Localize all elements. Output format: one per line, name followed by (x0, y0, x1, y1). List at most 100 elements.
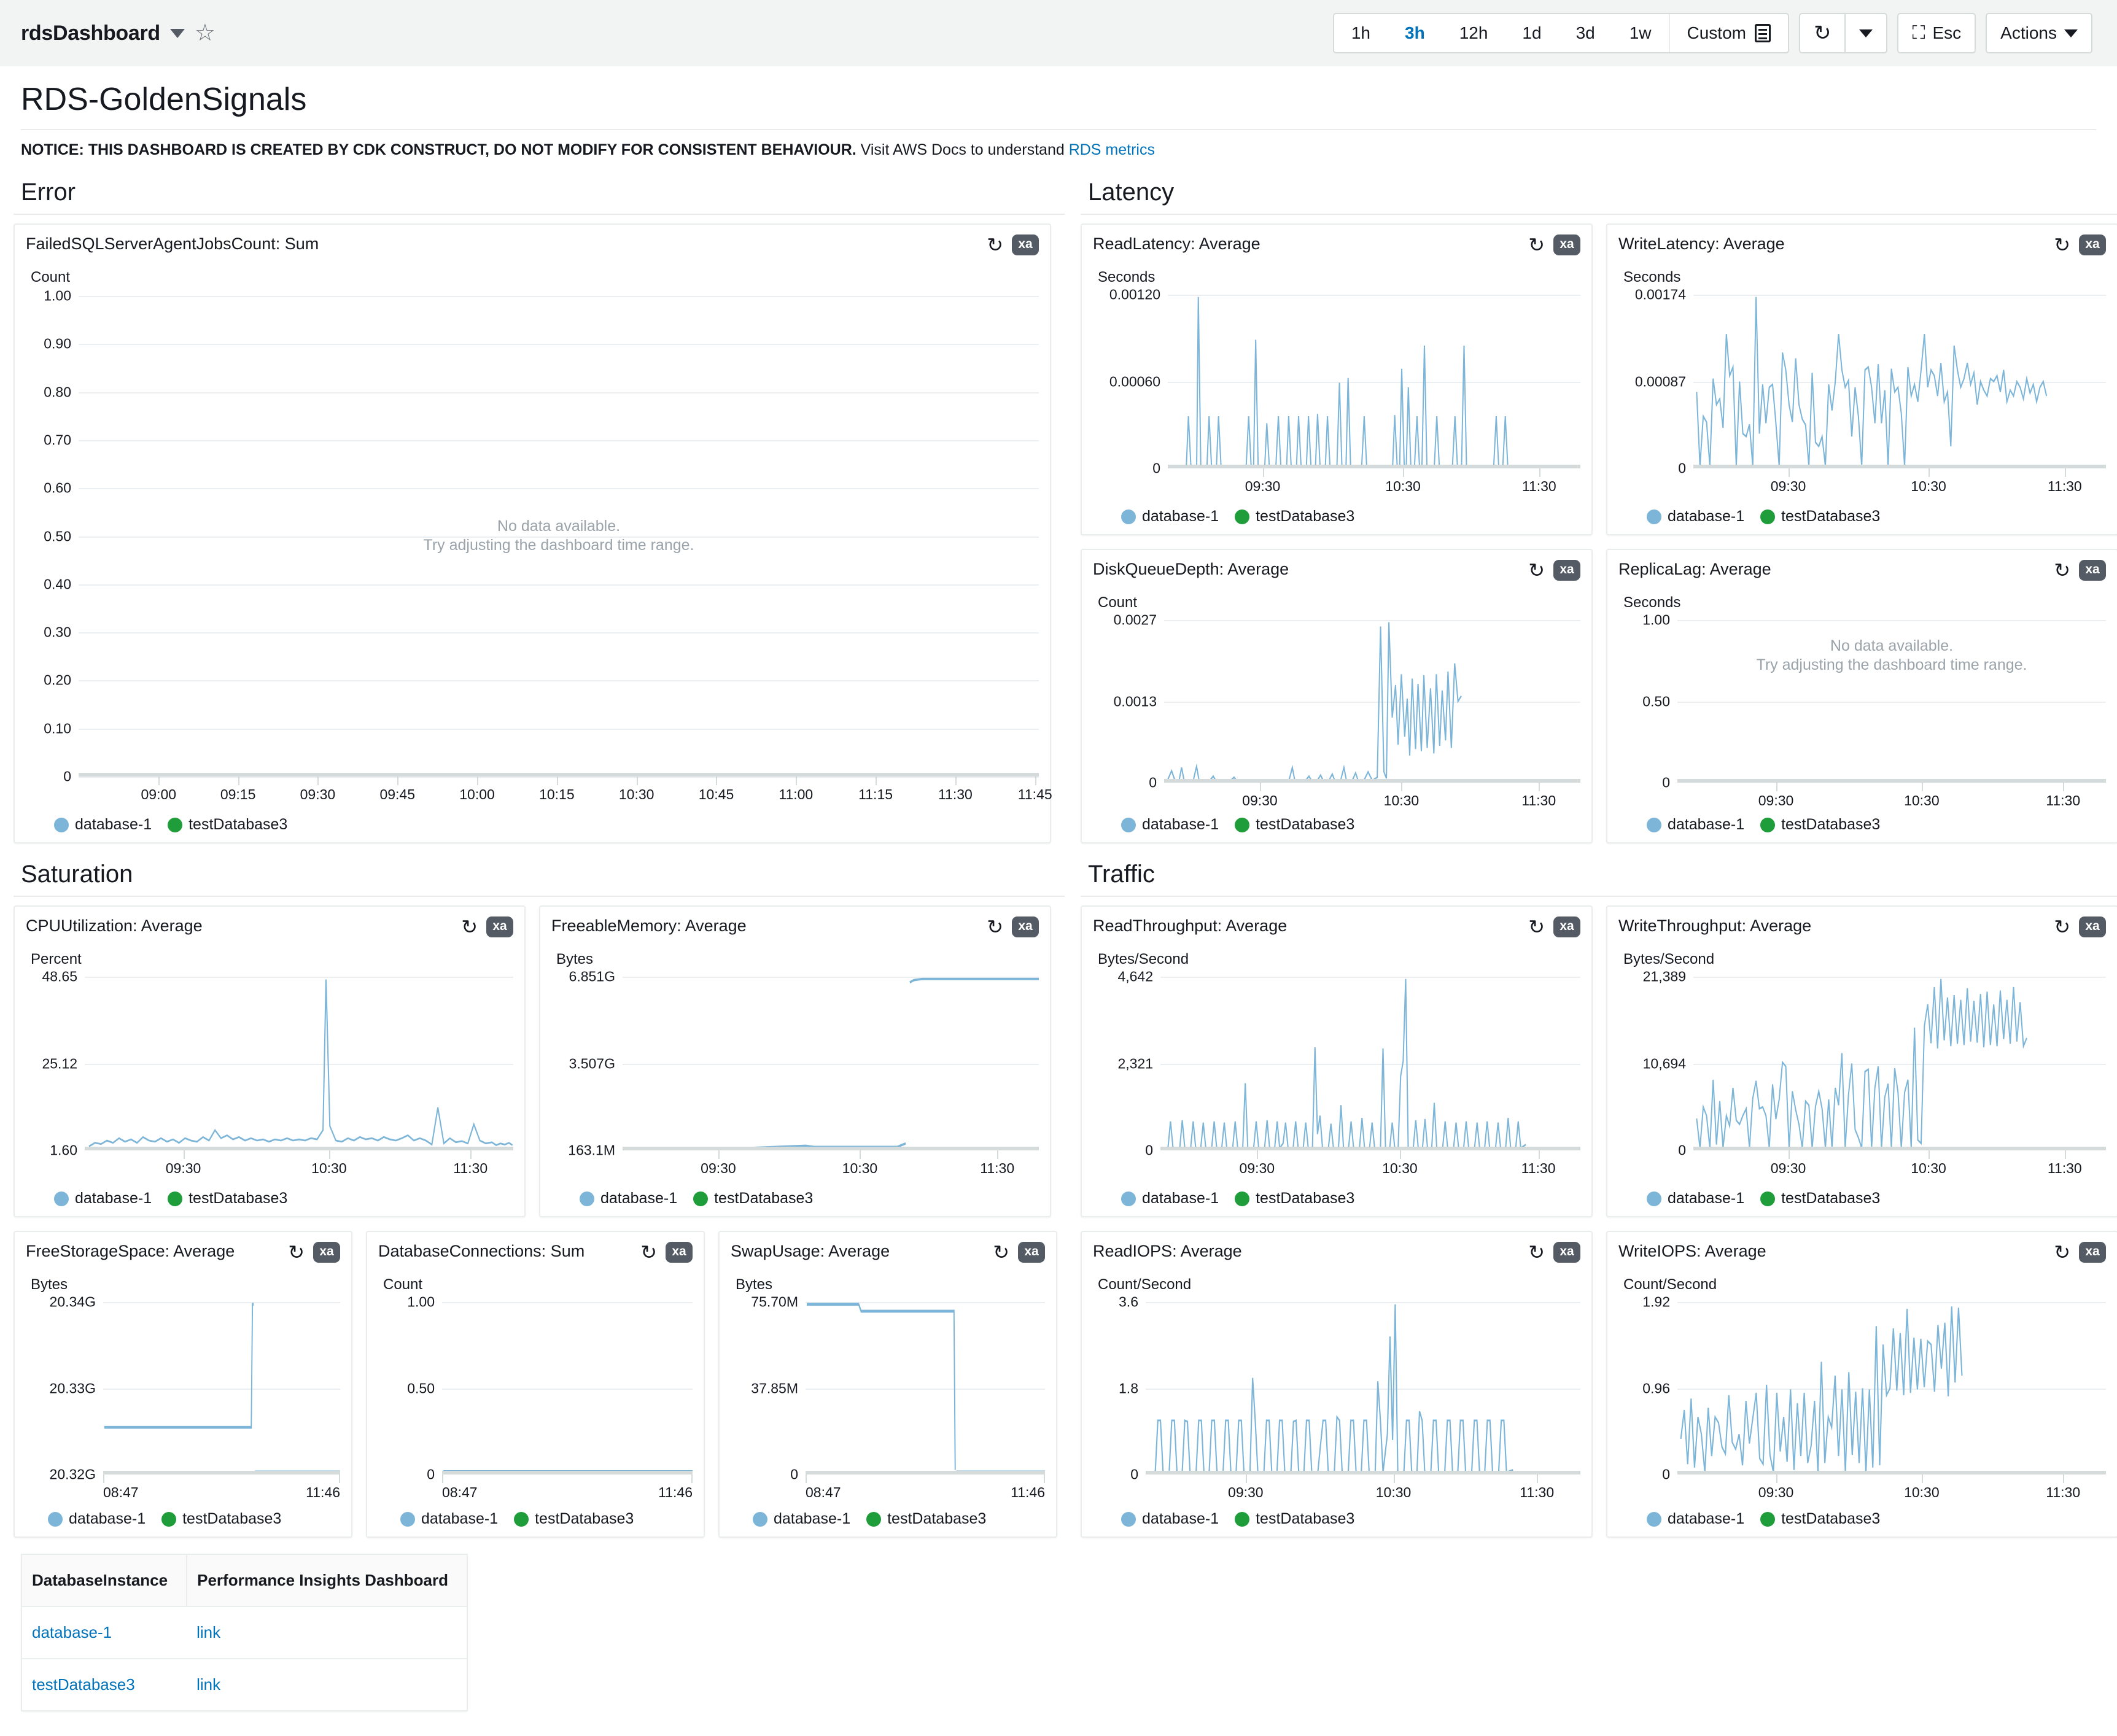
legend-item-testdatabase3[interactable]: testDatabase3 (1235, 816, 1354, 834)
xa-icon[interactable]: xa (1012, 916, 1039, 937)
xa-icon[interactable]: xa (2079, 1242, 2106, 1263)
refresh-icon[interactable]: ↻ (2054, 560, 2070, 580)
refresh-icon[interactable]: ↻ (1528, 235, 1545, 255)
legend-item-testdatabase3[interactable]: testDatabase3 (161, 1510, 281, 1528)
refresh-icon[interactable]: ↻ (461, 917, 478, 937)
widget-read-iops: ReadIOPS: Average ↻ xa Count/Second 3.6 … (1081, 1231, 1593, 1538)
legend-item-database-1[interactable]: database-1 (54, 1190, 152, 1207)
refresh-icon[interactable]: ↻ (2054, 917, 2070, 937)
legend-item-testdatabase3[interactable]: testDatabase3 (168, 816, 287, 834)
y-tick: 20.34G (50, 1294, 103, 1311)
widget-title: WriteLatency: Average (1618, 234, 1785, 254)
time-range-custom[interactable]: Custom (1670, 14, 1788, 52)
xa-icon[interactable]: xa (486, 916, 513, 937)
legend-swatch (1235, 818, 1249, 832)
time-range-1h[interactable]: 1h (1334, 14, 1388, 52)
legend-item-database-1[interactable]: database-1 (580, 1190, 677, 1207)
actions-button[interactable]: Actions (1986, 13, 2092, 53)
legend-item-database-1[interactable]: database-1 (48, 1510, 146, 1528)
legend-item-testdatabase3[interactable]: testDatabase3 (168, 1190, 287, 1207)
rds-metrics-link[interactable]: RDS metrics (1069, 141, 1155, 158)
legend: database-1 testDatabase3 (551, 1190, 1039, 1207)
column-header-performance-insights: Performance Insights Dashboard (187, 1554, 467, 1606)
legend-item-database-1[interactable]: database-1 (1121, 1510, 1219, 1528)
legend-item-testdatabase3[interactable]: testDatabase3 (1760, 816, 1880, 834)
refresh-icon[interactable]: ↻ (2054, 235, 2070, 255)
xa-icon[interactable]: xa (666, 1242, 693, 1263)
chevron-down-icon[interactable] (170, 29, 185, 38)
legend-item-testdatabase3[interactable]: testDatabase3 (1235, 508, 1354, 525)
refresh-icon[interactable]: ↻ (987, 917, 1003, 937)
legend-item-database-1[interactable]: database-1 (400, 1510, 498, 1528)
legend-item-testdatabase3[interactable]: testDatabase3 (1235, 1190, 1354, 1207)
legend-item-testdatabase3[interactable]: testDatabase3 (1760, 1190, 1880, 1207)
widget-title: DatabaseConnections: Sum (378, 1242, 585, 1261)
legend-swatch (168, 1192, 182, 1206)
refresh-icon[interactable]: ↻ (1528, 1242, 1545, 1262)
y-axis-unit: Bytes (31, 1276, 340, 1293)
xa-icon[interactable]: xa (2079, 916, 2106, 937)
legend-label: testDatabase3 (1781, 1190, 1880, 1207)
time-range-selector[interactable]: 1h 3h 12h 1d 3d 1w Custom (1333, 13, 1789, 53)
legend-item-database-1[interactable]: database-1 (54, 816, 152, 834)
star-outline-icon[interactable]: ☆ (195, 21, 216, 45)
plot-area: 75.70M 37.85M 0 08:47 11:46 (806, 1302, 1045, 1474)
legend-item-database-1[interactable]: database-1 (1647, 816, 1744, 834)
xa-icon[interactable]: xa (1012, 234, 1039, 255)
legend-item-database-1[interactable]: database-1 (1647, 1190, 1744, 1207)
page-title: RDS-GoldenSignals (21, 81, 2096, 118)
time-range-3d[interactable]: 3d (1559, 14, 1612, 52)
legend-swatch (1760, 1512, 1775, 1527)
refresh-icon[interactable]: ↻ (993, 1242, 1009, 1262)
xa-icon[interactable]: xa (1553, 560, 1580, 581)
legend-item-database-1[interactable]: database-1 (1121, 816, 1219, 834)
time-range-3h[interactable]: 3h (1388, 14, 1442, 52)
x-tick: 11:46 (658, 1474, 693, 1501)
time-range-1d[interactable]: 1d (1505, 14, 1558, 52)
performance-insights-link[interactable]: link (196, 1675, 220, 1694)
legend-item-database-1[interactable]: database-1 (1121, 1190, 1219, 1207)
legend-item-testdatabase3[interactable]: testDatabase3 (1760, 1510, 1880, 1528)
legend: database-1 testDatabase3 (26, 1190, 513, 1207)
legend-item-testdatabase3[interactable]: testDatabase3 (514, 1510, 634, 1528)
refresh-button[interactable]: ↻ (1799, 13, 1845, 53)
time-range-12h[interactable]: 12h (1442, 14, 1505, 52)
legend-label: testDatabase3 (188, 816, 287, 834)
legend-item-testdatabase3[interactable]: testDatabase3 (866, 1510, 986, 1528)
legend-label: testDatabase3 (1781, 1510, 1880, 1528)
time-range-1w[interactable]: 1w (1612, 14, 1669, 52)
widget-actions: ↻ xa (1528, 916, 1580, 937)
refresh-icon[interactable]: ↻ (640, 1242, 657, 1262)
refresh-icon[interactable]: ↻ (288, 1242, 305, 1262)
legend-label: testDatabase3 (1256, 816, 1354, 834)
traffic-row-1: ReadThroughput: Average ↻ xa Bytes/Secon… (1081, 905, 2117, 1217)
legend-item-testdatabase3[interactable]: testDatabase3 (1760, 508, 1880, 525)
refresh-icon[interactable]: ↻ (987, 235, 1003, 255)
xa-icon[interactable]: xa (1553, 916, 1580, 937)
instance-link[interactable]: testDatabase3 (32, 1675, 135, 1694)
legend-item-testdatabase3[interactable]: testDatabase3 (693, 1190, 813, 1207)
refresh-options-button[interactable] (1844, 13, 1887, 53)
y-axis-unit: Count/Second (1623, 1276, 2106, 1293)
xa-icon[interactable]: xa (1553, 1242, 1580, 1263)
legend-item-database-1[interactable]: database-1 (1647, 1510, 1744, 1528)
refresh-icon[interactable]: ↻ (2054, 1242, 2070, 1262)
fullscreen-button[interactable]: ⛶ Esc (1897, 13, 1976, 53)
legend-item-testdatabase3[interactable]: testDatabase3 (1235, 1510, 1354, 1528)
y-tick: 1.92 (1642, 1294, 1677, 1311)
y-tick: 0.30 (44, 624, 79, 641)
xa-icon[interactable]: xa (1018, 1242, 1045, 1263)
xa-icon[interactable]: xa (313, 1242, 340, 1263)
refresh-icon[interactable]: ↻ (1528, 917, 1545, 937)
xa-icon[interactable]: xa (2079, 560, 2106, 581)
refresh-icon[interactable]: ↻ (1528, 560, 1545, 580)
instance-link[interactable]: database-1 (32, 1623, 112, 1641)
legend-item-database-1[interactable]: database-1 (1121, 508, 1219, 525)
dashboard-name[interactable]: rdsDashboard (21, 21, 160, 45)
xa-icon[interactable]: xa (1553, 234, 1580, 255)
x-tick: 09:30 (300, 777, 336, 803)
performance-insights-link[interactable]: link (196, 1623, 220, 1641)
legend-item-database-1[interactable]: database-1 (753, 1510, 850, 1528)
xa-icon[interactable]: xa (2079, 234, 2106, 255)
legend-item-database-1[interactable]: database-1 (1647, 508, 1744, 525)
